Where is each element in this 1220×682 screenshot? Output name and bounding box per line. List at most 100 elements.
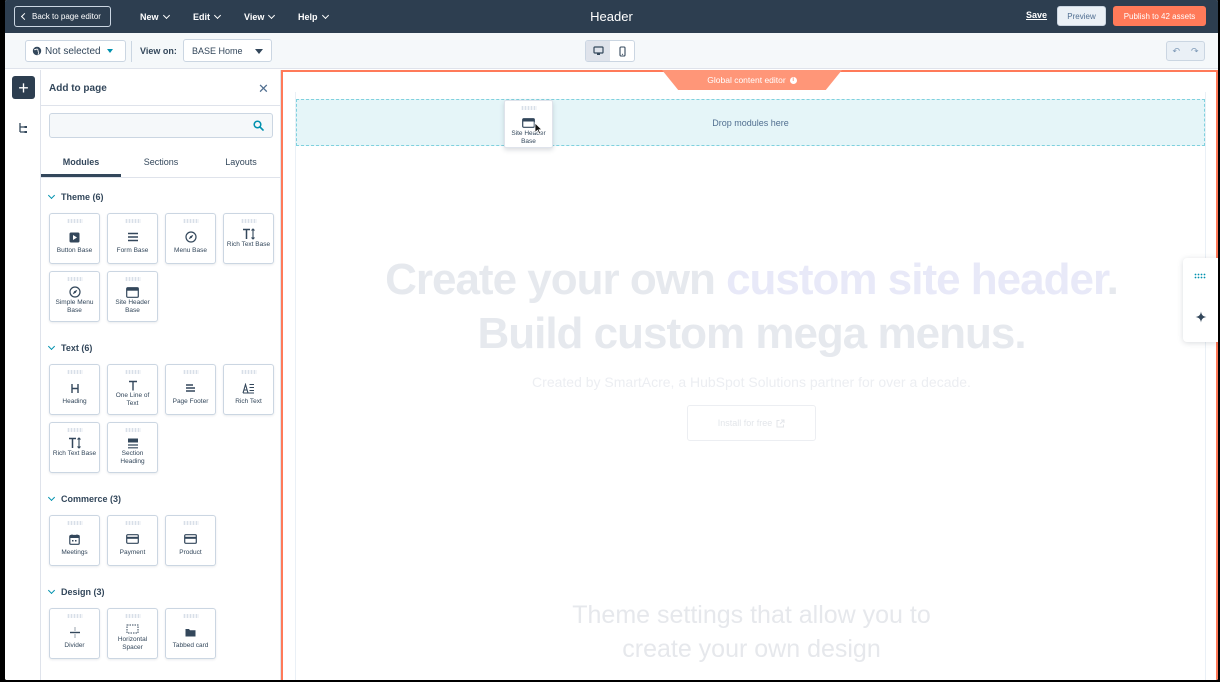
drag-handle-icon	[183, 521, 199, 525]
hero-heading-period: .	[1106, 255, 1119, 304]
drag-handle-icon	[125, 428, 141, 432]
theme-settings-line-2: create your own design	[622, 635, 881, 663]
language-selector[interactable]: Not selected	[25, 40, 126, 62]
undo-icon: ↶	[1172, 45, 1181, 56]
ai-assistant-button[interactable]	[1183, 302, 1218, 332]
module-label: Menu Base	[174, 247, 207, 254]
floating-tools	[1183, 258, 1218, 342]
drag-handle-icon	[125, 370, 141, 374]
external-link-icon	[776, 419, 785, 427]
tab-sections[interactable]: Sections	[121, 150, 201, 177]
undo-button[interactable]: ↶	[1167, 42, 1186, 60]
menu-new[interactable]: New	[140, 0, 170, 33]
spacer-icon	[126, 624, 139, 634]
module-label: Form Base	[116, 247, 149, 254]
module-card-divider[interactable]: Divider	[49, 608, 100, 659]
compass-icon	[68, 286, 81, 298]
module-card-rich-text-base[interactable]: Rich Text Base	[49, 422, 100, 473]
view-on-select[interactable]: BASE Home	[183, 39, 272, 62]
module-label: Page Footer	[172, 398, 209, 405]
module-card-heading[interactable]: Heading	[49, 364, 100, 415]
category-commerce-toggle[interactable]: Commerce (3)	[47, 493, 121, 504]
back-button-label: Back to page editor	[32, 12, 101, 21]
publish-button[interactable]: Publish to 42 assets	[1113, 6, 1206, 26]
module-label: Divider	[64, 642, 85, 649]
module-card-simple-menu-base[interactable]: Simple Menu Base	[49, 271, 100, 322]
drag-handle-icon	[125, 277, 141, 281]
globe-icon	[32, 46, 42, 56]
grid-tool-button[interactable]	[1183, 261, 1218, 291]
module-card-rich-text-base[interactable]: Rich Text Base	[223, 213, 274, 264]
theme-settings-line-1: Theme settings that allow you to	[572, 601, 931, 629]
view-on-value: BASE Home	[192, 45, 243, 56]
panel-tabs: Modules Sections Layouts	[41, 150, 280, 178]
preview-button[interactable]: Preview	[1057, 6, 1106, 26]
menu-view[interactable]: View	[244, 0, 276, 33]
editor-toolbar: Not selected View on: BASE Home ↶ ↷	[5, 33, 1218, 69]
module-card-section-heading[interactable]: Section Heading	[107, 422, 158, 473]
module-label: Rich Text	[235, 398, 262, 405]
sparkle-icon	[1195, 311, 1206, 323]
module-card-tabbed-card[interactable]: Tabbed card	[165, 608, 216, 659]
menu-help[interactable]: Help	[298, 0, 329, 33]
panel-divider	[41, 105, 280, 106]
module-label: Horizontal Spacer	[117, 636, 148, 651]
tree-view-button[interactable]	[18, 121, 28, 139]
drag-handle-icon	[125, 614, 141, 618]
page-canvas: Global content editor i Drop modules her…	[281, 70, 1218, 680]
calendar-icon	[69, 534, 80, 545]
tab-layouts[interactable]: Layouts	[201, 150, 280, 177]
grid-dots-icon	[1194, 273, 1206, 279]
tab-modules[interactable]: Modules	[41, 150, 121, 177]
drop-zone[interactable]: Drop modules here	[296, 99, 1205, 146]
redo-button[interactable]: ↷	[1186, 42, 1205, 60]
module-card-rich-text[interactable]: Rich Text	[223, 364, 274, 415]
category-title: Theme (6)	[61, 192, 104, 202]
module-card-button-base[interactable]: Button Base	[49, 213, 100, 264]
save-button[interactable]: Save	[1026, 10, 1047, 20]
hero-subtitle: Created by SmartAcre, a HubSpot Solution…	[532, 374, 971, 390]
drag-handle-icon	[521, 106, 537, 110]
search-icon[interactable]	[253, 120, 264, 131]
view-on-label: View on:	[140, 46, 177, 56]
desktop-view-button[interactable]	[586, 41, 610, 61]
plus-icon: +	[18, 77, 29, 98]
module-grid-commerce: Meetings Payment Product	[49, 515, 274, 566]
menu-edit[interactable]: Edit	[193, 0, 222, 33]
dragged-module-card[interactable]: Site Header Base	[504, 100, 553, 148]
compass-icon	[184, 231, 197, 243]
module-card-page-footer[interactable]: Page Footer	[165, 364, 216, 415]
hero-heading-line-1: Create your own custom site header.	[283, 254, 1218, 306]
module-label: Rich Text Base	[52, 450, 97, 457]
module-card-payment[interactable]: Payment	[107, 515, 158, 566]
device-preview-toggle	[585, 40, 635, 62]
module-card-meetings[interactable]: Meetings	[49, 515, 100, 566]
module-search-input[interactable]	[50, 114, 240, 137]
global-content-editor-tab[interactable]: Global content editor i	[662, 70, 842, 90]
close-panel-button[interactable]: ✕	[258, 82, 269, 95]
module-label: Section Heading	[120, 450, 145, 465]
module-card-form-base[interactable]: Form Base	[107, 213, 158, 264]
heading-icon	[70, 383, 79, 393]
mobile-view-button[interactable]	[610, 41, 634, 61]
category-text-toggle[interactable]: Text (6)	[47, 342, 92, 353]
form-lines-icon	[127, 232, 138, 242]
module-label: Simple Menu Base	[55, 299, 94, 314]
tree-icon	[19, 123, 27, 133]
category-theme-toggle[interactable]: Theme (6)	[47, 191, 104, 202]
back-to-page-editor-button[interactable]: Back to page editor	[14, 6, 111, 27]
module-card-menu-base[interactable]: Menu Base	[165, 213, 216, 264]
module-card-horizontal-spacer[interactable]: Horizontal Spacer	[107, 608, 158, 659]
category-design-toggle[interactable]: Design (3)	[47, 586, 105, 597]
module-card-site-header-base[interactable]: Site Header Base	[107, 271, 158, 322]
module-grid-theme: Button Base Form Base Menu Base Rich Tex…	[49, 213, 274, 322]
rich-text-icon	[242, 382, 254, 394]
editor-window: Back to page editor New Edit View Help H…	[5, 0, 1218, 680]
add-button[interactable]: +	[12, 76, 35, 99]
play-square-icon	[69, 232, 80, 242]
chevron-down-icon	[321, 11, 329, 19]
install-for-free-button[interactable]: Install for free	[687, 405, 816, 441]
chevron-down-icon	[162, 11, 170, 19]
module-card-product[interactable]: Product	[165, 515, 216, 566]
module-card-one-line-of-text[interactable]: One Line of Text	[107, 364, 158, 415]
